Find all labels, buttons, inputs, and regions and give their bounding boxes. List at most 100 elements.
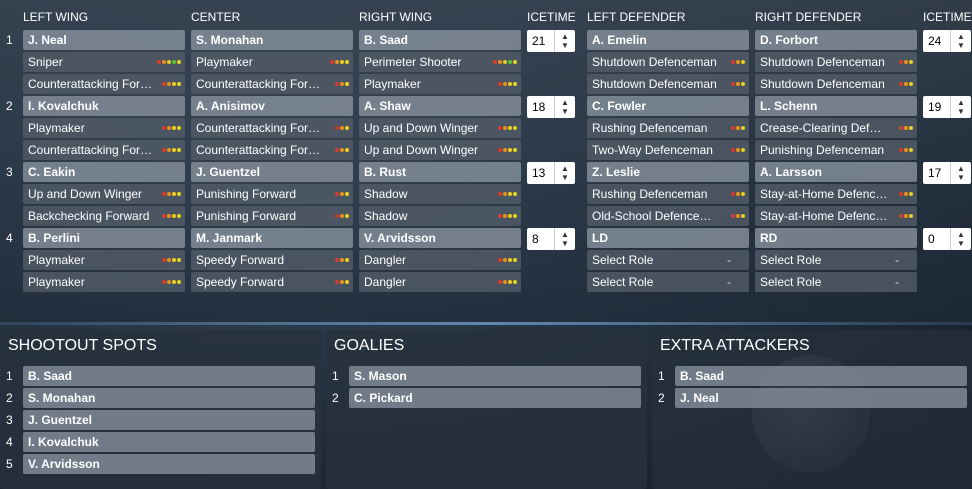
icetime-forwards-stepper[interactable]: 8 ▲ ▼ [527, 228, 577, 250]
icetime-defense-stepper[interactable]: 0 ▲ ▼ [923, 228, 972, 250]
chevron-down-icon[interactable]: ▼ [957, 239, 965, 248]
slot-player[interactable]: I. Kovalchuk [23, 432, 315, 452]
role-select-ld[interactable]: Rushing Defenceman [587, 118, 749, 138]
role-select-rd[interactable]: Stay-at-Home Defenc… [755, 206, 917, 226]
role-select-rw[interactable]: Shadow [359, 206, 521, 226]
role-select-lw[interactable]: Counterattacking For… [23, 140, 185, 160]
icetime-forwards-stepper-value[interactable]: 21 [527, 30, 554, 52]
slot-player[interactable]: C. Pickard [349, 388, 641, 408]
icetime-defense-stepper-value[interactable]: 0 [923, 228, 950, 250]
role-select-rw[interactable]: Dangler [359, 272, 521, 292]
stepper-arrows[interactable]: ▲ ▼ [950, 228, 971, 250]
player-slot-rw[interactable]: A. Shaw [359, 96, 521, 116]
player-slot-c[interactable]: M. Janmark [191, 228, 353, 248]
role-select-c[interactable]: Speedy Forward [191, 250, 353, 270]
role-select-ld[interactable]: Old-School Defence… [587, 206, 749, 226]
role-select-ld[interactable]: Shutdown Defenceman [587, 52, 749, 72]
role-select-ld[interactable]: Select Role - [587, 250, 749, 270]
role-select-c[interactable]: Punishing Forward [191, 206, 353, 226]
player-slot-ld[interactable]: Z. Leslie [587, 162, 749, 182]
icetime-forwards-stepper-value[interactable]: 18 [527, 96, 554, 118]
role-select-c[interactable]: Counterattacking For… [191, 118, 353, 138]
slot-player[interactable]: V. Arvidsson [23, 454, 315, 474]
role-select-lw[interactable]: Playmaker [23, 272, 185, 292]
role-select-rd[interactable]: Stay-at-Home Defenc… [755, 184, 917, 204]
icetime-forwards-stepper-value[interactable]: 13 [527, 162, 554, 184]
role-select-lw[interactable]: Counterattacking For… [23, 74, 185, 94]
role-select-rd[interactable]: Crease-Clearing Def… [755, 118, 917, 138]
player-slot-rd[interactable]: RD [755, 228, 917, 248]
icetime-defense-stepper[interactable]: 24 ▲ ▼ [923, 30, 972, 52]
chevron-up-icon[interactable]: ▲ [561, 164, 569, 173]
icetime-defense-stepper-value[interactable]: 17 [923, 162, 950, 184]
player-slot-lw[interactable]: B. Perlini [23, 228, 185, 248]
role-select-rd[interactable]: Shutdown Defenceman [755, 52, 917, 72]
chevron-up-icon[interactable]: ▲ [561, 98, 569, 107]
player-slot-rd[interactable]: L. Schenn [755, 96, 917, 116]
role-select-rw[interactable]: Up and Down Winger [359, 118, 521, 138]
icetime-forwards-stepper[interactable]: 13 ▲ ▼ [527, 162, 577, 184]
role-select-c[interactable]: Speedy Forward [191, 272, 353, 292]
player-slot-ld[interactable]: LD [587, 228, 749, 248]
role-select-rd[interactable]: Shutdown Defenceman [755, 74, 917, 94]
chevron-down-icon[interactable]: ▼ [957, 173, 965, 182]
role-select-ld[interactable]: Two-Way Defenceman [587, 140, 749, 160]
icetime-defense-stepper-value[interactable]: 19 [923, 96, 950, 118]
player-slot-c[interactable]: A. Anisimov [191, 96, 353, 116]
slot-player[interactable]: B. Saad [23, 366, 315, 386]
role-select-rd[interactable]: Punishing Defenceman [755, 140, 917, 160]
role-select-rw[interactable]: Shadow [359, 184, 521, 204]
slot-player[interactable]: J. Guentzel [23, 410, 315, 430]
player-slot-ld[interactable]: C. Fowler [587, 96, 749, 116]
player-slot-lw[interactable]: J. Neal [23, 30, 185, 50]
role-select-c[interactable]: Counterattacking For… [191, 74, 353, 94]
player-slot-lw[interactable]: I. Kovalchuk [23, 96, 185, 116]
role-select-lw[interactable]: Sniper [23, 52, 185, 72]
role-select-rw[interactable]: Perimeter Shooter [359, 52, 521, 72]
role-select-rw[interactable]: Dangler [359, 250, 521, 270]
slot-player[interactable]: J. Neal [675, 388, 967, 408]
chevron-up-icon[interactable]: ▲ [957, 164, 965, 173]
role-select-rd[interactable]: Select Role - [755, 272, 917, 292]
player-slot-lw[interactable]: C. Eakin [23, 162, 185, 182]
chevron-down-icon[interactable]: ▼ [561, 107, 569, 116]
player-slot-rw[interactable]: B. Saad [359, 30, 521, 50]
slot-player[interactable]: S. Mason [349, 366, 641, 386]
role-select-ld[interactable]: Shutdown Defenceman [587, 74, 749, 94]
role-select-c[interactable]: Playmaker [191, 52, 353, 72]
chevron-up-icon[interactable]: ▲ [957, 230, 965, 239]
stepper-arrows[interactable]: ▲ ▼ [950, 162, 971, 184]
role-select-lw[interactable]: Playmaker [23, 118, 185, 138]
icetime-defense-stepper-value[interactable]: 24 [923, 30, 950, 52]
stepper-arrows[interactable]: ▲ ▼ [554, 162, 575, 184]
icetime-forwards-stepper-value[interactable]: 8 [527, 228, 554, 250]
player-slot-rw[interactable]: B. Rust [359, 162, 521, 182]
chevron-up-icon[interactable]: ▲ [957, 98, 965, 107]
role-select-lw[interactable]: Backchecking Forward [23, 206, 185, 226]
role-select-ld[interactable]: Select Role - [587, 272, 749, 292]
role-select-ld[interactable]: Rushing Defenceman [587, 184, 749, 204]
role-select-c[interactable]: Counterattacking For… [191, 140, 353, 160]
chevron-down-icon[interactable]: ▼ [957, 107, 965, 116]
role-select-rw[interactable]: Up and Down Winger [359, 140, 521, 160]
chevron-down-icon[interactable]: ▼ [561, 239, 569, 248]
player-slot-c[interactable]: S. Monahan [191, 30, 353, 50]
chevron-down-icon[interactable]: ▼ [561, 41, 569, 50]
player-slot-rw[interactable]: V. Arvidsson [359, 228, 521, 248]
stepper-arrows[interactable]: ▲ ▼ [950, 96, 971, 118]
slot-player[interactable]: B. Saad [675, 366, 967, 386]
icetime-forwards-stepper[interactable]: 18 ▲ ▼ [527, 96, 577, 118]
icetime-defense-stepper[interactable]: 19 ▲ ▼ [923, 96, 972, 118]
stepper-arrows[interactable]: ▲ ▼ [554, 30, 575, 52]
player-slot-rd[interactable]: D. Forbort [755, 30, 917, 50]
icetime-forwards-stepper[interactable]: 21 ▲ ▼ [527, 30, 577, 52]
player-slot-ld[interactable]: A. Emelin [587, 30, 749, 50]
chevron-up-icon[interactable]: ▲ [957, 32, 965, 41]
chevron-up-icon[interactable]: ▲ [561, 32, 569, 41]
player-slot-rd[interactable]: A. Larsson [755, 162, 917, 182]
stepper-arrows[interactable]: ▲ ▼ [554, 228, 575, 250]
role-select-c[interactable]: Punishing Forward [191, 184, 353, 204]
chevron-down-icon[interactable]: ▼ [957, 41, 965, 50]
slot-player[interactable]: S. Monahan [23, 388, 315, 408]
player-slot-c[interactable]: J. Guentzel [191, 162, 353, 182]
